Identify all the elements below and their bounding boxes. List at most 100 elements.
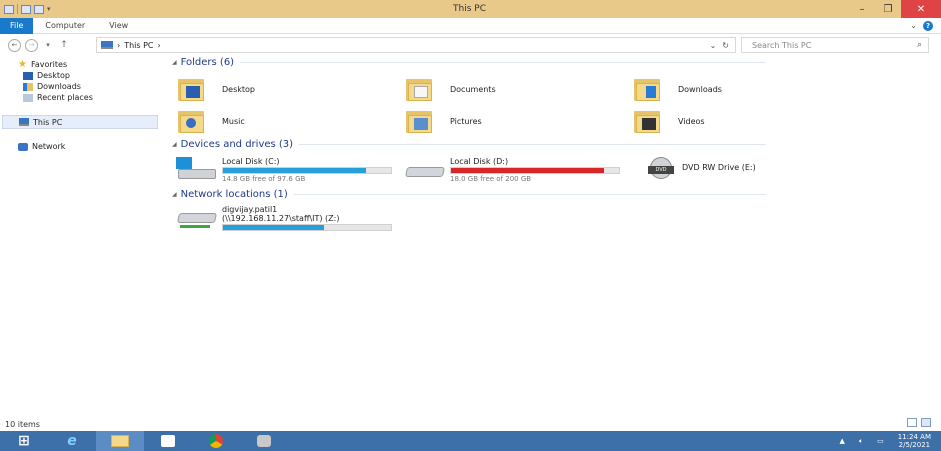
network-drive-z[interactable]: digvijay.patil1 (\\192.168.11.27\staff\I… xyxy=(176,205,392,232)
drive-c[interactable]: Local Disk (C:) 14.8 GB free of 97.6 GB xyxy=(176,157,392,183)
maximize-button[interactable]: ❐ xyxy=(875,0,901,18)
expand-ribbon-icon[interactable]: ⌄ xyxy=(910,21,917,30)
taskbar: ⊞ e ▲ 🔈︎ ▭ 11:24 AM 2/5/2021 xyxy=(0,431,941,451)
drive-free-space: 18.0 GB free of 200 GB xyxy=(450,175,532,183)
breadcrumb-separator[interactable]: › xyxy=(158,41,161,50)
this-pc-icon xyxy=(19,118,29,126)
sidebar-item-downloads[interactable]: Downloads xyxy=(0,81,160,92)
hard-drive-icon xyxy=(404,157,446,181)
address-bar[interactable]: › This PC › ⌄ ↻ xyxy=(96,37,736,53)
ribbon: File Computer View ⌄ ? xyxy=(0,17,941,34)
folder-label: Downloads xyxy=(678,84,722,94)
folder-label: Music xyxy=(222,116,245,126)
sidebar-item-label: Downloads xyxy=(37,82,81,91)
up-button[interactable]: ↑ xyxy=(56,38,72,52)
content-area: ◢ Folders (6) Desktop Documents Download… xyxy=(166,57,936,407)
large-icons-view-icon[interactable] xyxy=(921,418,931,427)
section-folders[interactable]: ◢ Folders (6) xyxy=(166,57,766,68)
sidebar-item-favorites[interactable]: ★ Favorites xyxy=(0,59,160,70)
section-title: Devices and drives (3) xyxy=(180,139,294,150)
recent-locations-icon[interactable]: ▾ xyxy=(40,38,56,52)
network-drive-icon xyxy=(176,205,218,229)
section-network-locations[interactable]: ◢ Network locations (1) xyxy=(166,189,766,200)
sidebar-item-label: Network xyxy=(32,142,66,151)
details-view-icon[interactable] xyxy=(907,418,917,427)
drive-name: Local Disk (D:) xyxy=(450,157,509,166)
divider xyxy=(293,194,766,195)
sidebar-item-label: Recent places xyxy=(37,93,93,102)
drive-e[interactable]: DVD DVD RW Drive (E:) xyxy=(648,155,756,179)
show-hidden-icons-icon[interactable]: ▲ xyxy=(840,437,845,445)
this-pc-icon xyxy=(101,41,113,49)
network-status-icon[interactable]: ▭ xyxy=(877,437,884,445)
network-drive-name: digvijay.patil1 xyxy=(222,205,278,214)
divider xyxy=(17,4,18,14)
customize-toolbar-icon[interactable]: ▾ xyxy=(47,5,51,13)
new-folder-icon[interactable] xyxy=(34,4,44,14)
file-explorer-icon[interactable] xyxy=(96,431,144,451)
network-drive-path: (\\192.168.11.27\staff\IT) (Z:) xyxy=(222,214,340,223)
recent-places-icon xyxy=(23,93,33,102)
forward-button[interactable]: → xyxy=(25,38,38,52)
help-icon[interactable]: ? xyxy=(923,20,933,31)
back-button[interactable]: ← xyxy=(8,38,21,52)
tab-view[interactable]: View xyxy=(97,18,140,34)
tab-computer[interactable]: Computer xyxy=(33,18,97,34)
drive-d[interactable]: Local Disk (D:) 18.0 GB free of 200 GB xyxy=(404,157,620,183)
sidebar-item-label: This PC xyxy=(33,117,63,127)
title-bar: ▾ This PC – ❐ ✕ xyxy=(0,0,941,18)
documents-folder-icon xyxy=(406,77,434,101)
section-devices-and-drives[interactable]: ◢ Devices and drives (3) xyxy=(166,139,766,150)
chrome-icon[interactable] xyxy=(192,431,240,451)
sidebar-item-network[interactable]: Network xyxy=(0,141,160,152)
desktop-icon xyxy=(23,71,33,80)
clock-time: 11:24 AM xyxy=(897,433,931,441)
clock-date: 2/5/2021 xyxy=(898,441,931,449)
folder-desktop[interactable]: Desktop xyxy=(178,77,255,101)
store-icon[interactable] xyxy=(144,431,192,451)
refresh-icon[interactable]: ↻ xyxy=(722,41,729,50)
sidebar-item-desktop[interactable]: Desktop xyxy=(0,70,160,81)
network-icon xyxy=(18,142,28,151)
sidebar-item-label: Favorites xyxy=(30,60,68,69)
drive-free-space: 14.8 GB free of 97.6 GB xyxy=(222,175,306,183)
drive-name: Local Disk (C:) xyxy=(222,157,280,166)
sidebar-item-label: Desktop xyxy=(37,71,70,80)
clock[interactable]: 11:24 AM 2/5/2021 xyxy=(898,433,931,449)
folder-pictures[interactable]: Pictures xyxy=(406,109,482,133)
folder-documents[interactable]: Documents xyxy=(406,77,496,101)
folder-label: Pictures xyxy=(450,116,482,126)
minimize-button[interactable]: – xyxy=(849,0,875,18)
folder-label: Videos xyxy=(678,116,705,126)
drive-usage-bar xyxy=(222,224,392,231)
close-button[interactable]: ✕ xyxy=(901,0,941,18)
sidebar-item-this-pc[interactable]: This PC xyxy=(2,115,158,129)
item-count: 10 items xyxy=(5,420,40,429)
properties-icon[interactable] xyxy=(21,4,31,14)
start-button[interactable]: ⊞ xyxy=(0,431,48,451)
sidebar-item-recent-places[interactable]: Recent places xyxy=(0,92,160,103)
folder-downloads[interactable]: Downloads xyxy=(634,77,722,101)
divider xyxy=(299,144,766,145)
downloads-folder-icon xyxy=(634,77,662,101)
quick-access-toolbar: ▾ xyxy=(0,4,150,14)
tab-file[interactable]: File xyxy=(0,17,34,34)
internet-explorer-icon[interactable]: e xyxy=(48,431,96,451)
search-icon[interactable]: ⌕ xyxy=(917,40,922,50)
folder-videos[interactable]: Videos xyxy=(634,109,705,133)
window-icon[interactable] xyxy=(4,4,14,14)
volume-icon[interactable]: 🔈︎ xyxy=(859,437,863,446)
folder-label: Documents xyxy=(450,84,496,94)
breadcrumb-separator: › xyxy=(117,40,121,50)
navigation-bar: ← → ▾ ↑ › This PC › ⌄ ↻ Search This PC ⌕ xyxy=(0,36,941,54)
search-input[interactable]: Search This PC ⌕ xyxy=(741,37,929,53)
folder-label: Desktop xyxy=(222,84,255,94)
dvd-drive-icon: DVD xyxy=(648,155,676,179)
videos-folder-icon xyxy=(634,109,662,133)
app-icon[interactable] xyxy=(240,431,288,451)
navigation-pane: ★ Favorites Desktop Downloads Recent pla… xyxy=(0,57,160,407)
music-folder-icon xyxy=(178,109,206,133)
breadcrumb-this-pc[interactable]: This PC xyxy=(124,41,153,50)
address-dropdown-icon[interactable]: ⌄ xyxy=(710,41,717,50)
folder-music[interactable]: Music xyxy=(178,109,245,133)
